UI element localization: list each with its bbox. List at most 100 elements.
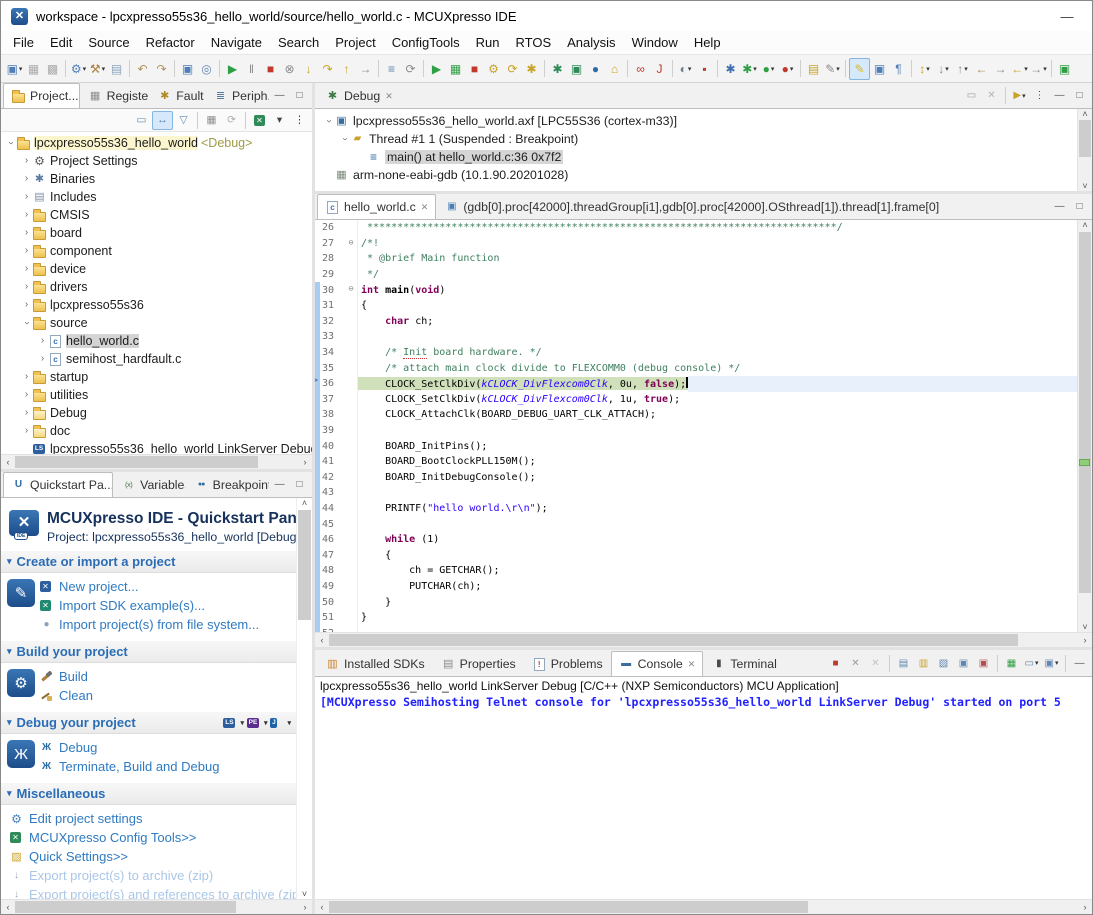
quickstart-link-import-project-s-from-file-system-[interactable]: Import project(s) from file system... (39, 615, 259, 634)
code-line-42[interactable]: 42 BOARD_InitDebugConsole(); (315, 470, 1077, 486)
tab-debug[interactable]: Debug✕ (317, 83, 401, 108)
section-collapse-icon[interactable]: ▾ (7, 788, 12, 799)
view-menu-icon[interactable]: ⋮ (1030, 86, 1049, 106)
new-launch-icon[interactable]: ▶▾ (1010, 86, 1029, 106)
quickstart-hscrollbar[interactable]: ‹ › (1, 899, 312, 914)
menu-source[interactable]: Source (80, 32, 137, 53)
restart-gold-icon[interactable]: ✱ (522, 59, 541, 79)
open-element-icon[interactable]: ▣ (178, 59, 197, 79)
tree-item-doc[interactable]: ›doc (1, 422, 312, 440)
step-into-icon[interactable]: ↓ (299, 59, 318, 79)
code-line-45[interactable]: 45 (315, 516, 1077, 532)
tree-item-device[interactable]: ›device (1, 260, 312, 278)
remove-terminated-icon[interactable]: ✕ (982, 86, 1001, 106)
minimize-view-icon[interactable]: — (270, 475, 289, 495)
code-line-50[interactable]: 50 } (315, 594, 1077, 610)
minimize-editor-icon[interactable]: — (1050, 197, 1069, 217)
tree-chevron-icon[interactable]: › (37, 354, 48, 364)
code-line-33[interactable]: 33 (315, 329, 1077, 345)
code-line-31[interactable]: 31{ (315, 298, 1077, 314)
scroll-thumb[interactable] (15, 456, 258, 468)
menu-analysis[interactable]: Analysis (559, 32, 623, 53)
halt-icon[interactable]: ■ (465, 59, 484, 79)
sync-icon[interactable]: ⟳ (222, 112, 241, 129)
scroll-thumb[interactable] (298, 510, 311, 620)
section-collapse-icon[interactable]: ▾ (7, 556, 12, 567)
build-all-icon[interactable]: ⚙▾ (69, 59, 88, 79)
prev-annotation-icon[interactable]: ↑▾ (953, 59, 972, 79)
maximize-view-icon[interactable]: □ (290, 86, 309, 106)
scroll-thumb[interactable] (1079, 120, 1091, 157)
undo-icon[interactable]: ↶ (133, 59, 152, 79)
clean-mcux-icon[interactable]: ✱ (548, 59, 567, 79)
debug-tree-item[interactable]: ›lpcxpresso55s36_hello_world.axf [LPC55S… (315, 112, 1077, 130)
quickstart-link-quick-settings-[interactable]: Quick Settings>> (9, 847, 304, 866)
section-header-build-your-project[interactable]: ▾Build your project (1, 640, 297, 663)
code-line-32[interactable]: 32 char ch; (315, 314, 1077, 330)
show-stderr-icon[interactable]: ▣ (974, 653, 993, 673)
config-tools-icon[interactable]: ✕ (250, 112, 269, 129)
forward-icon[interactable]: → (991, 59, 1010, 79)
tree-item-lpcxpresso55s36[interactable]: ›lpcxpresso55s36 (1, 296, 312, 314)
tree-chevron-icon[interactable]: › (21, 228, 32, 238)
code-line-41[interactable]: 41 BOARD_BootClockPLL150M(); (315, 454, 1077, 470)
menu-run[interactable]: Run (468, 32, 508, 53)
tab-faults[interactable]: Faults (149, 83, 205, 108)
menu-refactor[interactable]: Refactor (138, 32, 203, 53)
code-line-34[interactable]: 34 /* Init board hardware. */ (315, 345, 1077, 361)
minimize-view-icon[interactable]: — (270, 86, 289, 106)
section-header-create-or-import-a-project[interactable]: ▾Create or import a project (1, 550, 297, 573)
remove-all-launches-icon[interactable]: ✕ (866, 653, 885, 673)
show-stdout-icon[interactable]: ▣ (954, 653, 973, 673)
tree-chevron-icon[interactable]: › (6, 138, 16, 149)
tree-item-binaries[interactable]: ›Binaries (1, 170, 312, 188)
maximize-editor-icon[interactable]: □ (1070, 197, 1089, 217)
tab-registe-[interactable]: Registe... (80, 83, 150, 108)
code-line-27[interactable]: 27⊖/*! (315, 236, 1077, 252)
tab-breakpoints[interactable]: Breakpoints (186, 472, 270, 497)
close-tab-icon[interactable]: ✕ (385, 91, 393, 102)
pin-console-icon[interactable]: ▦ (1002, 653, 1021, 673)
quickstart-link-new-project-[interactable]: New project... (39, 577, 259, 596)
quickstart-link-import-sdk-example-s-[interactable]: Import SDK example(s)... (39, 596, 259, 615)
menu-navigate[interactable]: Navigate (203, 32, 270, 53)
tab-periph-[interactable]: Periph... (205, 83, 270, 108)
tree-item-component[interactable]: ›component (1, 242, 312, 260)
scroll-track[interactable] (329, 633, 1078, 647)
step-return-icon[interactable]: ↑ (337, 59, 356, 79)
new-mcu-package-icon[interactable]: ▤ (107, 59, 126, 79)
clear-console-icon[interactable]: ▤ (894, 653, 913, 673)
tab-problems[interactable]: Problems (524, 651, 611, 676)
code-line-46[interactable]: 46 while (1) (315, 532, 1077, 548)
menu-project[interactable]: Project (327, 32, 383, 53)
tree-item-drivers[interactable]: ›drivers (1, 278, 312, 296)
terminate-console-icon[interactable]: ■ (826, 653, 845, 673)
new-wizard-icon[interactable]: ▣▾ (5, 59, 24, 79)
code-line-38[interactable]: 38 CLOCK_AttachClk(BOARD_DEBUG_UART_CLK_… (315, 407, 1077, 423)
trace-link-icon[interactable]: ∞ (631, 59, 650, 79)
scroll-left-icon[interactable]: ‹ (1, 457, 15, 467)
code-line-48[interactable]: 48 ch = GETCHAR(); (315, 563, 1077, 579)
code-line-51[interactable]: 51} (315, 610, 1077, 626)
tree-item-utilities[interactable]: ›utilities (1, 386, 312, 404)
tree-chevron-icon[interactable]: › (21, 372, 32, 382)
scroll-track[interactable] (329, 900, 1078, 914)
close-tab-icon[interactable]: ✕ (421, 202, 429, 213)
scroll-right-icon[interactable]: › (298, 457, 312, 467)
tree-chevron-icon[interactable]: › (21, 246, 32, 256)
scroll-right-icon[interactable]: › (298, 902, 312, 912)
instruction-stepping-icon[interactable]: → (356, 59, 375, 79)
code-line-29[interactable]: 29 */ (315, 267, 1077, 283)
tab-installed-sdks[interactable]: Installed SDKs (317, 651, 433, 676)
menu-file[interactable]: File (5, 32, 42, 53)
pin-editor-icon[interactable]: ▣ (1055, 59, 1074, 79)
explorer-hscrollbar[interactable]: ‹ › (1, 454, 312, 469)
home-icon[interactable]: ⌂ (605, 59, 624, 79)
tree-item-debug[interactable]: ›Debug (1, 404, 312, 422)
debug-config-icon[interactable]: ✱▾ (740, 59, 759, 79)
scroll-thumb[interactable] (1079, 232, 1091, 593)
tree-chevron-icon[interactable]: › (21, 390, 32, 400)
tree-chevron-icon[interactable]: › (21, 156, 32, 166)
annotate-icon[interactable]: ✎▾ (823, 59, 842, 79)
code-line-26[interactable]: 26 *************************************… (315, 220, 1077, 236)
